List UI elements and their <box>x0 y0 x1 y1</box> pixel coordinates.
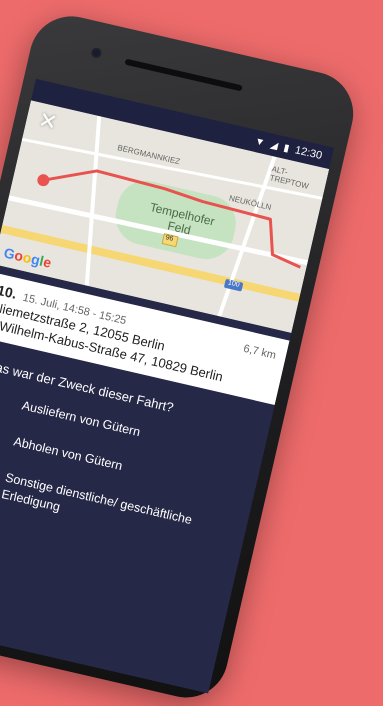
app-screen: ▼ ◢ ▮ 12:30 ✕ BERGMANNKIEZ NEUKÖLLN ALT-… <box>0 78 335 694</box>
road-96-label: 96 <box>164 234 174 243</box>
phone-device: ▼ ◢ ▮ 12:30 ✕ BERGMANNKIEZ NEUKÖLLN ALT-… <box>0 8 362 706</box>
signal-icon: ◢ <box>269 138 280 152</box>
speaker-grille <box>124 58 243 92</box>
wifi-icon: ▼ <box>253 135 266 149</box>
trip-number: 10. <box>0 281 19 302</box>
front-camera <box>90 46 103 59</box>
status-time: 12:30 <box>293 144 324 163</box>
battery-icon: ▮ <box>282 142 291 155</box>
